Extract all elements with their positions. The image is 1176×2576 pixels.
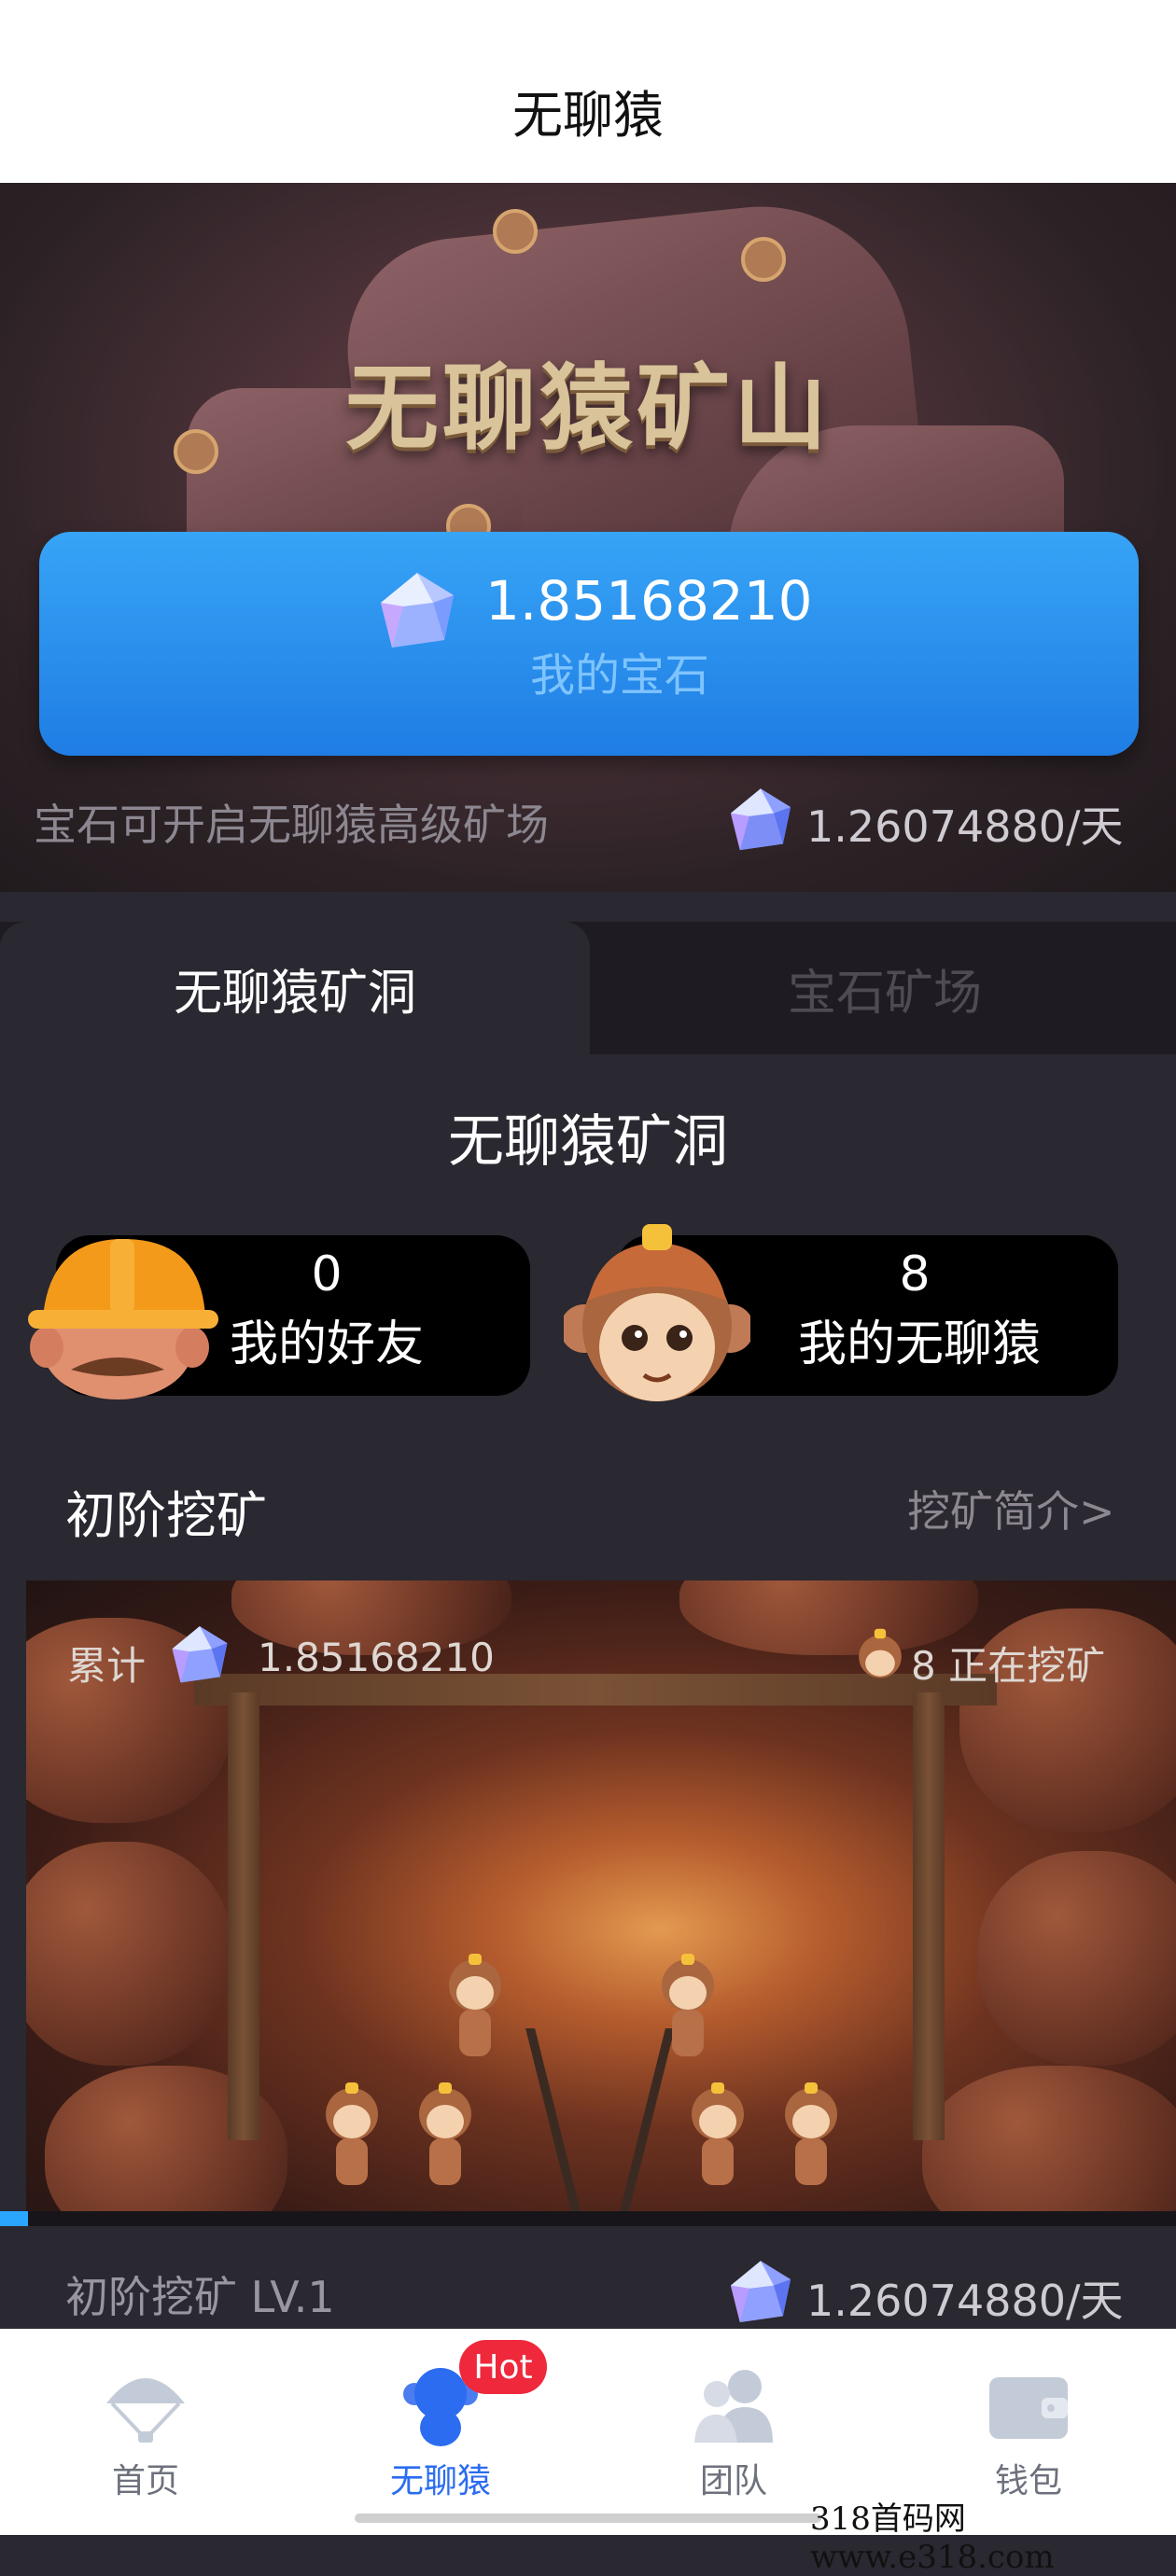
mining-progress-fill xyxy=(0,2211,28,2226)
monkey-miner-icon xyxy=(326,2082,378,2185)
monkey-miner-icon xyxy=(692,2082,744,2185)
gem-icon xyxy=(172,1626,228,1683)
parachute-icon xyxy=(106,2378,185,2443)
mining-intro-link[interactable]: 挖矿简介> xyxy=(907,1478,1115,1539)
cave-rock xyxy=(26,1842,231,2066)
gem-icon xyxy=(730,788,791,851)
gem-icon xyxy=(730,2261,791,2323)
status-bar xyxy=(0,0,1176,37)
section-title: 无聊猿矿洞 xyxy=(448,1109,728,1175)
tab-mine-cave[interactable]: 无聊猿矿洞 xyxy=(0,922,590,1054)
mine-rail xyxy=(525,2028,581,2215)
gem-icon xyxy=(381,573,454,647)
nav-team[interactable]: 团队 xyxy=(640,2360,827,2500)
gem-balance-label: 我的宝石 xyxy=(530,649,710,702)
apes-count: 8 xyxy=(899,1246,931,1302)
my-gem-card[interactable]: 1.85168210 我的宝石 xyxy=(39,532,1139,756)
friends-count: 0 xyxy=(311,1246,343,1302)
cave-rock xyxy=(922,2066,1176,2215)
mine-title: 无聊猿矿山 xyxy=(345,354,831,463)
apes-label: 我的无聊猿 xyxy=(797,1316,1041,1372)
mining-progress-track xyxy=(0,2211,1176,2226)
nav-team-label: 团队 xyxy=(699,2462,767,2500)
monkey-miner-icon xyxy=(419,2082,471,2185)
monkey-miner-icon xyxy=(493,209,538,254)
monkey-miner-icon xyxy=(859,1628,902,1678)
gem-unlock-note: 宝石可开启无聊猿高级矿场 xyxy=(34,800,549,850)
mined-total-label: 累计 xyxy=(67,1643,147,1689)
monkey-miner-icon xyxy=(785,2082,837,2185)
mining-level-label: 初阶挖矿 LV.1 xyxy=(65,2272,335,2322)
gem-balance: 1.85168210 xyxy=(485,569,813,633)
monkey-miner-icon xyxy=(449,1954,501,2056)
tab-gem-field[interactable]: 宝石矿场 xyxy=(594,922,1176,1054)
monkey-miner-icon xyxy=(662,1954,714,2056)
monkey-avatar-icon xyxy=(564,1224,750,1401)
gem-daily-rate: 1.26074880/天 xyxy=(806,801,1124,852)
nav-apes-label: 无聊猿 xyxy=(389,2462,491,2500)
app-header: 无聊猿 xyxy=(0,37,1176,183)
mined-total-value: 1.85168210 xyxy=(258,1635,495,1680)
cave-rock xyxy=(978,1851,1176,2066)
page-title: 无聊猿 xyxy=(512,85,664,145)
monkey-miner-icon xyxy=(741,237,786,282)
mining-level-rate: 1.26074880/天 xyxy=(806,2276,1124,2326)
mining-title: 初阶挖矿 xyxy=(65,1486,267,1545)
active-miners-count: 8 正在挖矿 xyxy=(911,1643,1106,1689)
nav-home-label: 首页 xyxy=(111,2462,179,2500)
wallet-icon xyxy=(989,2377,1068,2439)
team-icon xyxy=(694,2370,773,2443)
nav-home[interactable]: 首页 xyxy=(52,2360,239,2500)
mine-beam xyxy=(913,1692,945,2140)
mine-beam xyxy=(228,1692,259,2140)
hot-badge: Hot xyxy=(459,2340,547,2394)
friends-label: 我的好友 xyxy=(229,1316,424,1372)
home-indicator xyxy=(355,2513,821,2523)
nav-wallet[interactable]: 钱包 xyxy=(935,2360,1122,2500)
